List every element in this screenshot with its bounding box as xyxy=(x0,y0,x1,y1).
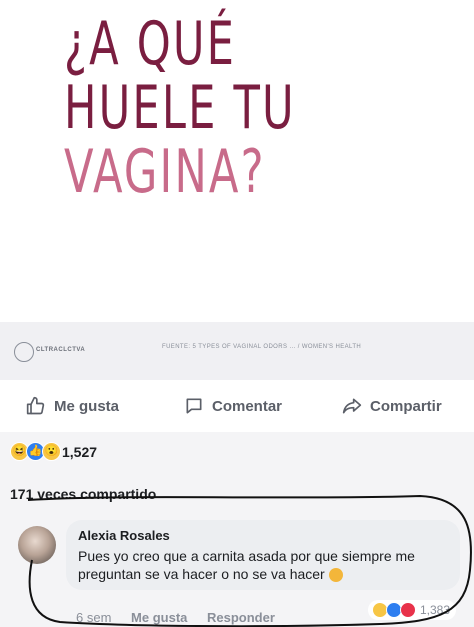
share-arrow-icon xyxy=(342,398,362,414)
headline-line-2: HUELE TU xyxy=(64,73,296,143)
comment-reaction-count: 1,383 xyxy=(420,603,451,617)
comment-label: Comentar xyxy=(212,397,283,415)
post-actions: Me gusta Comentar Compartir xyxy=(0,380,474,432)
reactions-summary[interactable]: 😆 👍 😮 1,527 xyxy=(0,432,474,472)
reaction-count: 1,527 xyxy=(62,444,98,460)
headline-line-1: ¿A QUÉ xyxy=(64,9,237,79)
comment-bubble-icon xyxy=(186,398,202,414)
reaction-icons: 😆 👍 😮 xyxy=(10,442,61,461)
source-credit: FUENTE: 5 TYPES OF VAGINAL ODORS ... / W… xyxy=(162,344,362,350)
comment-button[interactable]: Comentar xyxy=(184,396,282,416)
like-label: Me gusta xyxy=(54,397,120,415)
like-button[interactable]: Me gusta xyxy=(26,396,119,416)
comment: Alexia Rosales Pues yo creo que a carnit… xyxy=(0,512,474,627)
post-headline: ¿A QUÉ HUELE TU VAGINA? xyxy=(64,12,386,204)
comment-time[interactable]: 6 sem xyxy=(76,610,111,625)
link-preview-meta[interactable]: CLTRACLCTVA FUENTE: 5 TYPES OF VAGINAL O… xyxy=(0,322,474,381)
avatar[interactable] xyxy=(18,526,56,564)
comment-reply-link[interactable]: Responder xyxy=(207,610,275,625)
person-emoji-icon xyxy=(328,568,343,583)
share-label: Compartir xyxy=(370,397,442,415)
comment-author[interactable]: Alexia Rosales xyxy=(78,528,170,543)
post-image[interactable]: ¿A QUÉ HUELE TU VAGINA? xyxy=(0,0,474,322)
comment-bubble: Alexia Rosales Pues yo creo que a carnit… xyxy=(66,520,460,590)
share-button[interactable]: Compartir xyxy=(342,396,442,416)
comment-reactions[interactable]: 1,383 xyxy=(368,600,457,620)
comment-like-link[interactable]: Me gusta xyxy=(131,610,187,625)
love-reaction-icon xyxy=(400,602,416,618)
thumbs-up-icon xyxy=(26,396,45,415)
source-logo-icon xyxy=(14,342,34,362)
comment-footer: 6 sem Me gusta Responder xyxy=(76,610,291,625)
wow-reaction-icon: 😮 xyxy=(42,442,61,461)
share-count[interactable]: 171 veces compartido xyxy=(10,486,156,502)
source-name: CLTRACLCTVA xyxy=(36,347,86,353)
comment-text: Pues yo creo que a carnita asada por que… xyxy=(78,548,415,583)
headline-line-3: VAGINA? xyxy=(64,137,266,207)
